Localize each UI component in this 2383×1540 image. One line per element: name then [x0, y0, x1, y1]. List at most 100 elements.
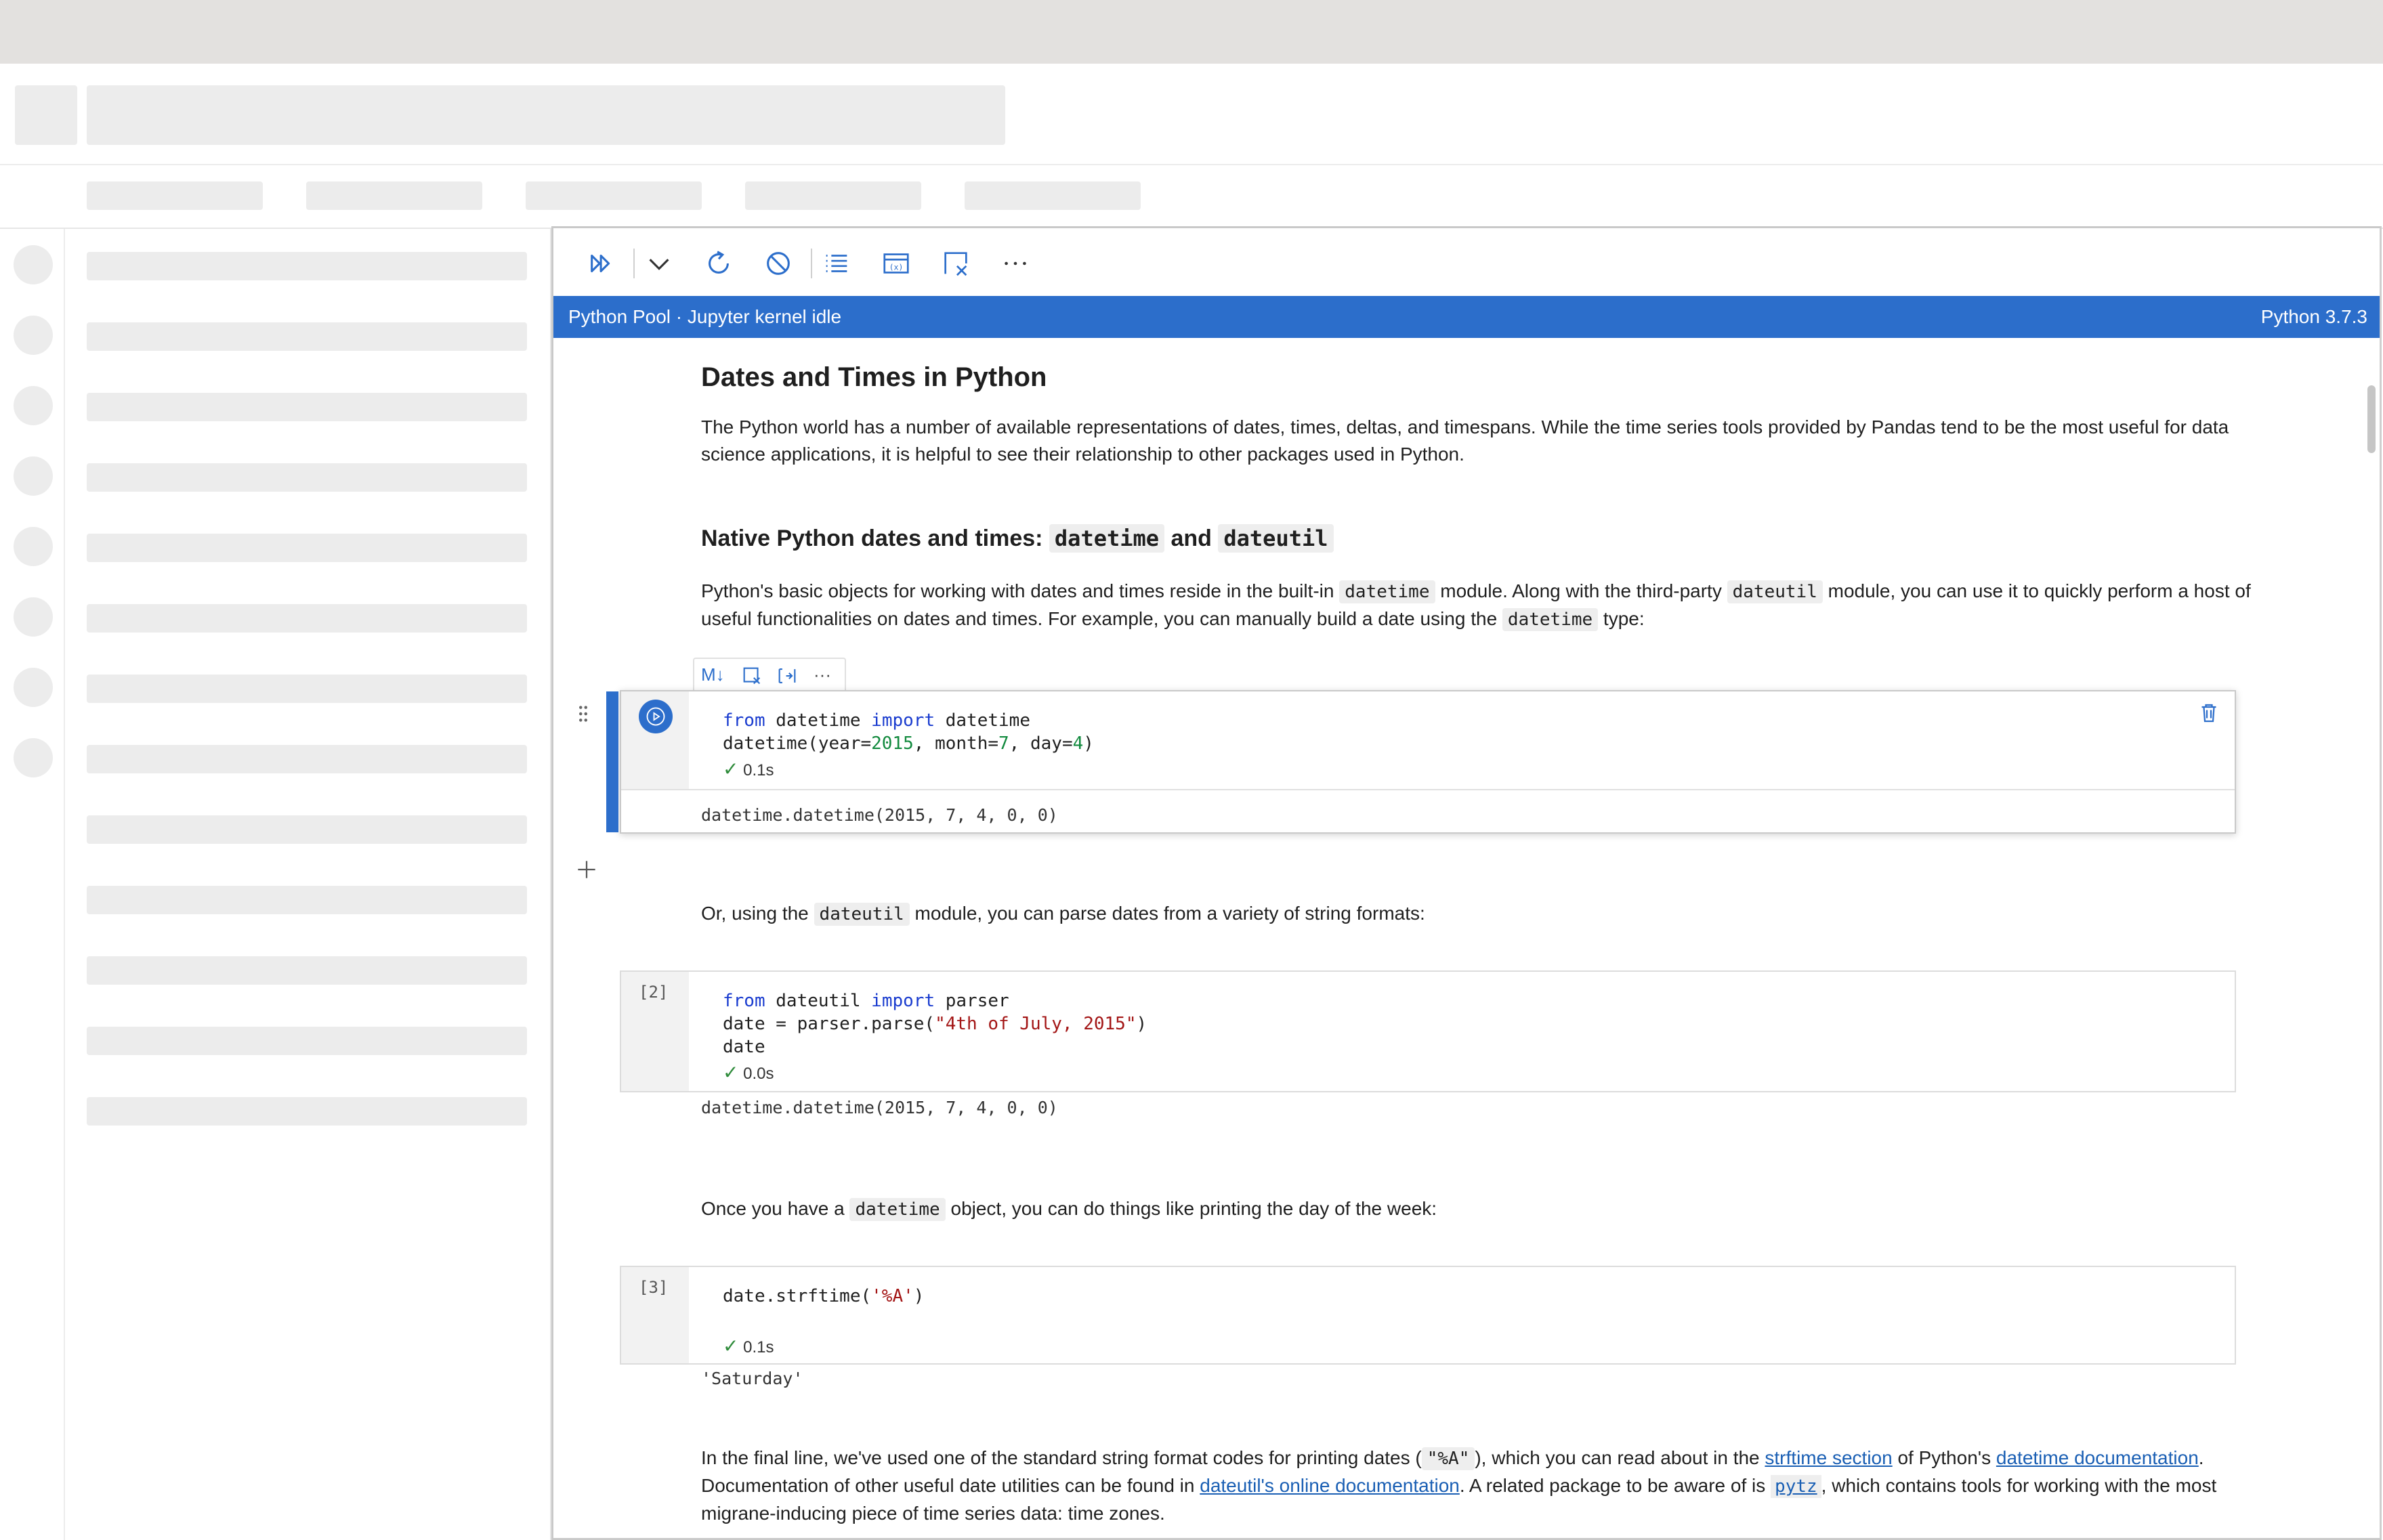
code-cell[interactable]: [3] date.strftime('%A') ✓ 0.1s [620, 1266, 2236, 1365]
cell-more-button[interactable]: ··· [814, 664, 831, 685]
code-token: ) [1083, 733, 1094, 754]
activity-icon[interactable] [14, 316, 53, 355]
code-token: import [871, 991, 935, 1011]
menu-item[interactable] [87, 181, 263, 210]
link-dateutil-docs[interactable]: dateutil's online documentation [1200, 1475, 1460, 1496]
code-token: date.strftime( [723, 1286, 872, 1306]
search-bar-placeholder[interactable] [87, 85, 1005, 145]
execution-time: ✓ 0.1s [723, 1335, 774, 1357]
menu-item[interactable] [306, 181, 482, 210]
activity-icon[interactable] [14, 738, 53, 777]
join-cell-icon[interactable] [776, 664, 799, 692]
menu-item[interactable] [745, 181, 921, 210]
add-cell-icon[interactable] [574, 857, 599, 886]
sidebar-item[interactable] [87, 956, 527, 985]
page-title: Dates and Times in Python [701, 362, 1047, 392]
check-icon: ✓ [723, 1062, 739, 1083]
text: module, you can parse dates from a varie… [909, 903, 1425, 924]
code-token: ) [1136, 1014, 1147, 1034]
cell-output: datetime.datetime(2015, 7, 4, 0, 0) [701, 805, 1058, 825]
text: In the final line, we've used one of the… [701, 1447, 1422, 1468]
sidebar-item[interactable] [87, 604, 527, 633]
markdown-intro: The Python world has a number of availab… [701, 416, 2229, 465]
menu-item[interactable] [965, 181, 1141, 210]
delete-cell-icon[interactable] [2197, 701, 2221, 729]
activity-bar [0, 229, 65, 1540]
to-markdown-button[interactable]: M↓ [701, 664, 725, 685]
text: ), which you can read about in the [1475, 1447, 1765, 1468]
active-cell-indicator [606, 691, 618, 832]
heading-code: datetime [1049, 524, 1165, 553]
activity-icon[interactable] [14, 456, 53, 496]
inline-code: datetime [1502, 608, 1599, 631]
split-cell-icon[interactable] [740, 664, 763, 692]
code-token: datetime [765, 710, 872, 731]
section-heading: Native Python dates and times: datetime … [701, 524, 2279, 553]
markdown-paragraph: Python's basic objects for working with … [701, 578, 2279, 633]
kernel-status[interactable]: Python Pool · Jupyter kernel idle [568, 306, 841, 328]
code-token: dateutil [765, 991, 872, 1011]
heading-code: dateutil [1218, 524, 1334, 553]
variables-icon[interactable]: (x) [879, 246, 914, 281]
sidebar-item[interactable] [87, 1097, 527, 1126]
activity-icon[interactable] [14, 527, 53, 566]
cell-source[interactable]: from datetime import datetime datetime(y… [723, 709, 1094, 755]
clear-outputs-icon[interactable] [938, 246, 973, 281]
text: Python's basic objects for working with … [701, 580, 1340, 601]
code-cell-active[interactable]: from datetime import datetime datetime(y… [606, 690, 2236, 834]
more-icon[interactable] [998, 246, 1033, 281]
code-token: from [723, 710, 765, 731]
chevron-down-icon[interactable] [641, 246, 677, 281]
sidebar [65, 229, 552, 1540]
execution-time-value: 0.0s [743, 1065, 774, 1083]
sidebar-item[interactable] [87, 1027, 527, 1055]
execution-time: ✓ 0.0s [723, 1061, 774, 1084]
inline-code: dateutil [1727, 580, 1823, 603]
sidebar-item[interactable] [87, 463, 527, 492]
sidebar-item[interactable] [87, 886, 527, 914]
activity-icon[interactable] [14, 245, 53, 284]
execution-count: [3] [639, 1278, 669, 1297]
inline-code: dateutil [814, 903, 910, 926]
restart-icon[interactable] [701, 246, 736, 281]
markdown-paragraph: Once you have a datetime object, you can… [701, 1195, 2279, 1223]
sidebar-item[interactable] [87, 675, 527, 703]
code-token: parser [935, 991, 1009, 1011]
markdown-paragraph: Or, using the dateutil module, you can p… [701, 900, 2279, 928]
toolbar-separator [633, 249, 635, 278]
code-cell[interactable]: [2] from dateutil import parser date = p… [620, 970, 2236, 1092]
text: Or, using the [701, 903, 814, 924]
execution-time-value: 0.1s [743, 1338, 774, 1356]
kernel-status-bar: Python Pool · Jupyter kernel idle Python… [553, 296, 2380, 338]
heading-text: and [1164, 526, 1219, 551]
code-token: datetime(year= [723, 733, 872, 754]
interrupt-icon[interactable] [761, 246, 796, 281]
text: object, you can do things like printing … [945, 1198, 1437, 1219]
outline-icon[interactable] [819, 246, 854, 281]
link-pytz[interactable]: pytz [1771, 1475, 1821, 1498]
run-all-icon[interactable] [585, 246, 620, 281]
sidebar-item[interactable] [87, 252, 527, 280]
activity-icon[interactable] [14, 597, 53, 637]
run-cell-button[interactable] [639, 700, 673, 733]
code-token: , month= [913, 733, 999, 754]
sidebar-item[interactable] [87, 393, 527, 421]
activity-icon[interactable] [14, 386, 53, 425]
link-strftime-section[interactable]: strftime section [1765, 1447, 1892, 1468]
cell-source[interactable]: from dateutil import parser date = parse… [723, 989, 1147, 1058]
sidebar-item[interactable] [87, 534, 527, 562]
execution-count: [2] [639, 983, 669, 1002]
sidebar-item[interactable] [87, 745, 527, 773]
code-token: datetime [935, 710, 1030, 731]
kernel-version[interactable]: Python 3.7.3 [2261, 306, 2367, 328]
menu-item[interactable] [526, 181, 702, 210]
toolbar-separator [811, 249, 812, 278]
drag-handle-icon[interactable] [576, 704, 590, 724]
heading-text: Native Python dates and times: [701, 526, 1049, 551]
scrollbar-thumb[interactable] [2367, 385, 2376, 453]
sidebar-item[interactable] [87, 815, 527, 844]
link-datetime-docs[interactable]: datetime documentation [1996, 1447, 2199, 1468]
sidebar-item[interactable] [87, 322, 527, 351]
activity-icon[interactable] [14, 668, 53, 707]
cell-source[interactable]: date.strftime('%A') [723, 1285, 924, 1308]
